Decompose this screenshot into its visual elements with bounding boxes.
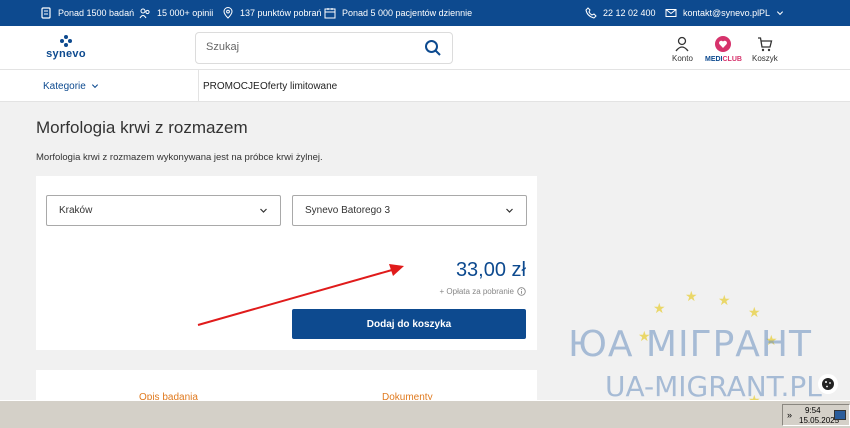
monitor-icon[interactable]	[834, 410, 846, 420]
star-icon: ★	[748, 304, 761, 320]
logo-text: synevo	[46, 48, 86, 60]
phone-link[interactable]: 22 12 02 400	[585, 0, 656, 26]
cookie-icon	[822, 378, 834, 390]
account-button[interactable]: Konto	[672, 36, 693, 63]
collection-fee-note: + Opłata za pobranie	[440, 287, 527, 296]
stat-opinions-text: 15 000+ opinii	[157, 8, 214, 18]
location-select[interactable]: Synevo Batorego 3	[292, 195, 527, 226]
stat-points-text: 137 punktów pobrań	[240, 8, 322, 18]
language-label: PL	[759, 8, 771, 18]
cart-icon	[757, 37, 773, 52]
cart-label: Koszyk	[752, 54, 778, 63]
location-select-value: Synevo Batorego 3	[305, 205, 391, 216]
main-nav: Kategorie PROMOCJE Oferty limitowane	[0, 70, 850, 102]
price: 33,00 zł	[455, 259, 526, 281]
synevo-logo[interactable]: synevo	[44, 34, 88, 60]
add-to-cart-button[interactable]: Dodaj do koszyka	[292, 309, 526, 339]
system-tray: » 9:54 15.05.2025	[782, 404, 850, 426]
calendar-icon	[324, 8, 336, 19]
language-select[interactable]: PL	[759, 0, 784, 26]
logo-flower-icon	[60, 35, 72, 47]
stat-tests-text: Ponad 1500 badań	[58, 8, 135, 18]
top-info-bar: Ponad 1500 badań 15 000+ opinii 137 punk…	[0, 0, 850, 26]
stat-points: 137 punktów pobrań	[222, 0, 322, 26]
clock-time[interactable]: 9:54	[805, 406, 821, 415]
categories-dropdown[interactable]: Kategorie	[43, 70, 99, 102]
user-icon	[675, 36, 689, 52]
chevron-down-icon	[260, 208, 267, 213]
heart-icon	[715, 36, 732, 52]
location-pin-icon	[223, 7, 233, 19]
fee-text: + Opłata za pobranie	[439, 287, 515, 296]
search-input[interactable]	[206, 41, 406, 53]
email-text: kontakt@synevo.pl	[683, 8, 760, 18]
email-link[interactable]: kontakt@synevo.pl	[665, 0, 759, 26]
city-select[interactable]: Kraków	[46, 195, 281, 226]
nav-divider	[198, 70, 199, 102]
cart-button[interactable]: Koszyk	[752, 36, 778, 63]
stat-patients: Ponad 5 000 pacjentów dziennie	[324, 0, 472, 26]
mediclub-button[interactable]: MEDICLUB	[705, 36, 742, 63]
info-icon[interactable]	[517, 287, 526, 296]
watermark-line2: UA-MIGRANT.PL	[605, 370, 822, 403]
mediclub-label: MEDICLUB	[705, 56, 742, 63]
chevron-down-icon	[776, 11, 784, 16]
phone-text: 22 12 02 400	[603, 8, 656, 18]
tray-expand-icon[interactable]: »	[787, 410, 792, 420]
chevron-down-icon	[91, 84, 98, 89]
star-icon: ★	[718, 292, 731, 308]
mail-icon	[665, 9, 677, 17]
watermark-line1: ЮА МІГРАНТ	[568, 324, 812, 365]
page-title: Morfologia krwi z rozmazem	[36, 118, 248, 137]
purchase-card: Kraków Synevo Batorego 3 33,00 zł + Opła…	[36, 176, 537, 350]
phone-icon	[585, 7, 597, 19]
people-icon	[139, 8, 150, 19]
search-box[interactable]	[195, 32, 453, 64]
search-icon[interactable]	[424, 39, 442, 57]
nav-link-limited-offers[interactable]: Oferty limitowane	[260, 70, 337, 102]
city-select-value: Kraków	[59, 205, 93, 216]
mediclub-suffix: CLUB	[722, 56, 742, 63]
stat-patients-text: Ponad 5 000 pacjentów dziennie	[342, 8, 473, 18]
stat-tests: Ponad 1500 badań	[40, 0, 134, 26]
os-taskbar: » 9:54 15.05.2025	[0, 400, 850, 428]
stat-opinions: 15 000+ opinii	[139, 0, 213, 26]
chevron-down-icon	[506, 208, 513, 213]
account-label: Konto	[672, 54, 693, 63]
lab-icon	[41, 7, 51, 19]
page-description: Morfologia krwi z rozmazem wykonywana je…	[36, 152, 323, 163]
categories-label: Kategorie	[43, 80, 86, 92]
site-header: synevo Konto MEDICLUB Koszyk	[0, 26, 850, 70]
cookie-settings-button[interactable]	[818, 374, 838, 394]
nav-link-promotions[interactable]: PROMOCJE	[203, 70, 260, 102]
mediclub-prefix: MEDI	[705, 56, 723, 63]
star-icon: ★	[685, 288, 698, 304]
star-icon: ★	[653, 300, 666, 316]
